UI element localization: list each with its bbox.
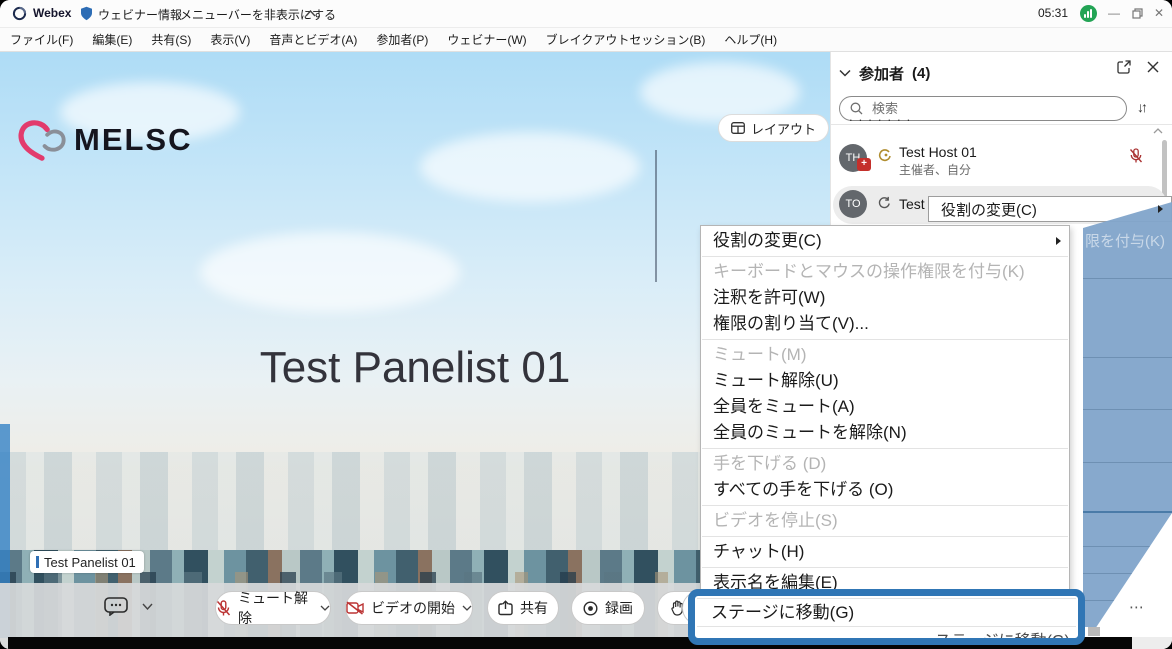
menu-item-move-to-stage[interactable]: ステージに移動(G) bbox=[695, 599, 1078, 626]
record-button[interactable]: 録画 bbox=[571, 591, 645, 625]
scroll-up-icon[interactable] bbox=[1153, 128, 1163, 134]
participant-name: Test Host 01 bbox=[899, 144, 977, 160]
menu-item-change-role[interactable]: 役割の変更(C) bbox=[701, 228, 1069, 254]
sort-icon[interactable]: ↓↑ bbox=[1137, 99, 1145, 115]
ghost-menu-fragment: 限を付与(K) bbox=[1085, 230, 1165, 251]
share-button-label: 共有 bbox=[520, 598, 548, 618]
share-icon bbox=[498, 600, 513, 616]
menu-item-stop-video: ビデオを停止(S) bbox=[701, 508, 1069, 534]
menu-item-grant-control: キーボードとマウスの操作権限を付与(K) bbox=[701, 259, 1069, 285]
close-button[interactable]: ✕ bbox=[1150, 4, 1168, 22]
record-button-label: 録画 bbox=[605, 598, 633, 618]
menu-separator bbox=[702, 339, 1068, 340]
menu-view[interactable]: 表示(V) bbox=[210, 31, 250, 48]
menu-bar: ファイル(F) 編集(E) 共有(S) 表示(V) 音声とビデオ(A) 参加者(… bbox=[0, 28, 1172, 52]
menu-webinar[interactable]: ウェビナー(W) bbox=[447, 31, 526, 48]
menu-help[interactable]: ヘルプ(H) bbox=[724, 31, 777, 48]
menu-separator bbox=[702, 536, 1068, 537]
mic-off-icon bbox=[216, 600, 231, 617]
webex-logo-icon bbox=[12, 6, 27, 21]
unmute-button[interactable]: ミュート解除 bbox=[215, 591, 331, 625]
participant-role: 主催者、自分 bbox=[899, 161, 971, 178]
participant-row-host[interactable]: TH + Test Host 01 主催者、自分 bbox=[833, 140, 1169, 184]
avatar-status-badge: + bbox=[857, 158, 871, 171]
share-button[interactable]: 共有 bbox=[487, 591, 559, 625]
participants-title: 参加者 bbox=[859, 63, 904, 84]
title-bar: Webex ウェビナー情報 メニューバーを非表示にする 05:31 — ✕ bbox=[0, 0, 1172, 28]
menu-participants[interactable]: 参加者(P) bbox=[376, 31, 428, 48]
menu-share[interactable]: 共有(S) bbox=[151, 31, 191, 48]
layout-grid-icon bbox=[731, 122, 745, 134]
meeting-timer: 05:31 bbox=[1038, 6, 1068, 20]
cloud-art bbox=[640, 62, 800, 122]
chat-chevron-down-icon[interactable] bbox=[142, 603, 153, 610]
video-chevron-down-icon[interactable] bbox=[462, 605, 472, 611]
layout-button[interactable]: レイアウト bbox=[718, 114, 829, 142]
layout-button-label: レイアウト bbox=[751, 119, 816, 138]
panel-more-options[interactable]: ⋯ bbox=[1129, 598, 1146, 616]
menu-item-allow-annotate[interactable]: 注釈を許可(W) bbox=[701, 285, 1069, 311]
menu-audio-video[interactable]: 音声とビデオ(A) bbox=[269, 31, 357, 48]
avatar: TO bbox=[839, 190, 867, 218]
search-input[interactable] bbox=[870, 100, 1116, 117]
chevron-up-icon[interactable] bbox=[305, 10, 316, 17]
webinar-info-shield-icon[interactable] bbox=[80, 6, 93, 21]
muted-mic-icon[interactable] bbox=[1129, 148, 1143, 164]
restore-button[interactable] bbox=[1128, 5, 1146, 23]
popout-panel-icon[interactable] bbox=[1117, 60, 1131, 74]
melsc-logo: MELSC bbox=[16, 118, 193, 162]
tower-art bbox=[655, 150, 657, 282]
menu-item-mute-all[interactable]: 全員をミュート(A) bbox=[701, 394, 1069, 420]
cloud-art bbox=[420, 132, 640, 202]
submenu-arrow-icon bbox=[1056, 237, 1061, 245]
camera-off-icon bbox=[346, 601, 364, 615]
melsc-logo-text: MELSC bbox=[74, 122, 193, 158]
host-status-icon bbox=[877, 148, 892, 163]
menu-item-chat[interactable]: チャット(H) bbox=[701, 539, 1069, 565]
webex-window: Webex ウェビナー情報 メニューバーを非表示にする 05:31 — ✕ ファ… bbox=[0, 0, 1172, 649]
record-icon bbox=[583, 601, 598, 616]
start-video-button-label: ビデオの開始 bbox=[371, 598, 455, 618]
connecting-refresh-icon bbox=[877, 196, 891, 210]
close-panel-icon[interactable] bbox=[1147, 61, 1159, 73]
menu-separator bbox=[702, 448, 1068, 449]
panel-chevron-down-icon[interactable] bbox=[839, 69, 851, 77]
chat-icon[interactable] bbox=[104, 597, 128, 616]
melsc-heart-icon bbox=[16, 118, 68, 162]
menu-item-assign-privilege[interactable]: 権限の割り当て(V)... bbox=[701, 311, 1069, 337]
webinar-info-label[interactable]: ウェビナー情報 bbox=[98, 6, 182, 23]
menu-item-mute: ミュート(M) bbox=[701, 342, 1069, 368]
menu-item-lower-all-hands[interactable]: すべての手を下げる (O) bbox=[701, 477, 1069, 503]
video-name-tag: Test Panelist 01 bbox=[30, 551, 144, 573]
menu-separator bbox=[702, 505, 1068, 506]
menu-item-unmute[interactable]: ミュート解除(U) bbox=[701, 368, 1069, 394]
window-bottom-corner bbox=[1132, 637, 1172, 649]
menu-edit[interactable]: 編集(E) bbox=[92, 31, 132, 48]
connection-quality-icon[interactable] bbox=[1080, 5, 1097, 22]
app-title: Webex bbox=[33, 6, 71, 20]
start-video-button[interactable]: ビデオの開始 bbox=[345, 591, 473, 625]
name-tag-bar bbox=[36, 556, 39, 568]
submenu-arrow-icon bbox=[1158, 205, 1163, 213]
menu-separator bbox=[702, 256, 1068, 257]
search-icon bbox=[850, 102, 863, 115]
cloud-art bbox=[200, 232, 460, 312]
move-to-stage-highlight[interactable]: ステージに移動(G) ステージに移動(G) bbox=[688, 589, 1085, 645]
unmute-button-label: ミュート解除 bbox=[238, 588, 313, 628]
ghost-duplicate-item: ステージに移動(G) bbox=[695, 627, 1078, 638]
unmute-chevron-down-icon[interactable] bbox=[320, 605, 330, 611]
scrollbar-end-grip bbox=[1088, 627, 1100, 636]
menu-separator bbox=[702, 567, 1068, 568]
clipped-section-header: ....... bbox=[849, 117, 1049, 125]
participant-context-menu: 役割の変更(C) キーボードとマウスの操作権限を付与(K) 注釈を許可(W) 権… bbox=[700, 225, 1070, 637]
name-tag-label: Test Panelist 01 bbox=[44, 555, 136, 570]
menu-item-lower-hand: 手を下げる (D) bbox=[701, 451, 1069, 477]
floating-role-menu-label: 役割の変更(C) bbox=[941, 199, 1037, 220]
menu-breakout[interactable]: ブレイクアウトセッション(B) bbox=[546, 31, 706, 48]
menu-item-unmute-all[interactable]: 全員のミュートを解除(N) bbox=[701, 420, 1069, 446]
menu-file[interactable]: ファイル(F) bbox=[10, 31, 73, 48]
minimize-button[interactable]: — bbox=[1105, 4, 1123, 22]
participants-count: (4) bbox=[912, 65, 930, 82]
